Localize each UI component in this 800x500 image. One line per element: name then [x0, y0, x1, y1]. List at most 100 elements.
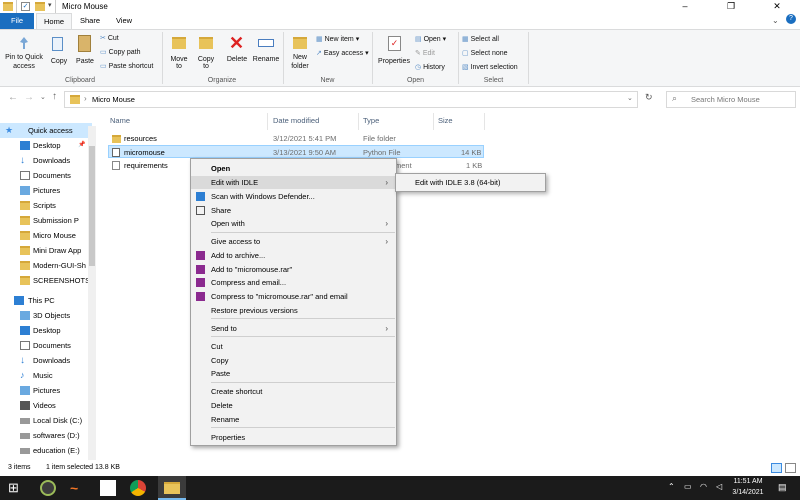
nav-item-3d-objects[interactable]: 3D Objects — [0, 308, 92, 323]
menu-item-delete[interactable]: Delete — [191, 399, 396, 412]
menu-item-share[interactable]: Share — [191, 204, 396, 217]
easy-access-button[interactable]: ↗ Easy access ▾ — [316, 49, 369, 57]
system-tray-arrow-icon[interactable]: ⌃ — [668, 482, 675, 491]
menu-item-compress-email[interactable]: Compress and email... — [191, 276, 396, 289]
nav-scrollbar[interactable] — [88, 126, 96, 460]
rename-button[interactable]: Rename — [252, 32, 280, 76]
wifi-icon[interactable]: ◠ — [700, 482, 707, 491]
submenu-item-idle-38[interactable]: Edit with IDLE 3.8 (64-bit) — [396, 174, 545, 191]
customize-quick-access-icon[interactable]: ▾ — [48, 1, 52, 9]
file-explorer-taskbar-button[interactable] — [158, 476, 186, 500]
menu-item-create-shortcut[interactable]: Create shortcut — [191, 385, 396, 398]
copy-button[interactable]: Copy — [48, 32, 70, 76]
select-all-button[interactable]: ▦ Select all — [462, 35, 499, 43]
history-button[interactable]: ◷ History — [415, 63, 445, 71]
menu-item-give-access[interactable]: Give access to › — [191, 235, 396, 248]
table-row[interactable]: resources 3/12/2021 5:41 PM File folder — [108, 132, 484, 145]
refresh-icon[interactable]: ↻ — [645, 92, 653, 103]
tab-file[interactable]: File — [0, 13, 34, 29]
new-folder-button[interactable]: New folder — [287, 32, 313, 76]
copy-path-button[interactable]: ▭ Copy path — [100, 48, 141, 56]
nav-item-pc-desktop[interactable]: Desktop — [0, 323, 92, 338]
recent-locations-chevron-icon[interactable]: ⌄ — [40, 93, 46, 101]
chevron-down-icon[interactable]: ⌄ — [772, 16, 779, 25]
help-icon[interactable]: ? — [786, 14, 796, 24]
forward-arrow-icon[interactable]: → — [24, 92, 34, 103]
address-dropdown-chevron-icon[interactable]: ⌄ — [627, 94, 633, 102]
menu-item-send-to[interactable]: Send to › — [191, 322, 396, 335]
windows-start-icon[interactable]: ⊞ — [8, 480, 24, 496]
app-icon[interactable] — [40, 480, 56, 496]
edit-button[interactable]: ✎ Edit — [415, 49, 435, 57]
volume-icon[interactable]: ◁ — [716, 482, 722, 491]
copy-to-button[interactable]: Copy to — [194, 32, 218, 76]
new-folder-quick-icon[interactable] — [35, 2, 45, 11]
nav-item-local-disk-c[interactable]: Local Disk (C:) — [0, 413, 92, 428]
nav-item-downloads[interactable]: ↓ Downloads — [0, 153, 92, 168]
address-bar[interactable]: › Micro Mouse ⌄ — [64, 91, 638, 108]
tab-view[interactable]: View — [108, 13, 140, 29]
menu-item-restore-versions[interactable]: Restore previous versions — [191, 304, 396, 317]
nav-item-scripts[interactable]: Scripts — [0, 198, 92, 213]
nav-item-pictures[interactable]: Pictures — [0, 183, 92, 198]
large-icons-view-icon[interactable] — [785, 463, 796, 473]
column-header-name[interactable]: Name — [110, 116, 130, 128]
nav-item-submission[interactable]: Submission P — [0, 213, 92, 228]
menu-item-open[interactable]: Open — [191, 162, 396, 175]
cut-button[interactable]: ✂ Cut — [100, 34, 119, 42]
nav-item-education-e[interactable]: education (E:) — [0, 443, 92, 458]
nav-item-softwares-d[interactable]: softwares (D:) — [0, 428, 92, 443]
nav-item-documents[interactable]: Documents — [0, 168, 92, 183]
tab-share[interactable]: Share — [74, 13, 106, 29]
menu-item-rename[interactable]: Rename — [191, 413, 396, 426]
network-icon[interactable]: ▭ — [684, 482, 692, 491]
properties-quick-icon[interactable]: ✓ — [21, 2, 30, 11]
select-none-button[interactable]: ▢ Select none — [462, 49, 508, 57]
nav-item-screenshots[interactable]: SCREENSHOTS — [0, 273, 92, 288]
paste-shortcut-button[interactable]: ▭ Paste shortcut — [100, 62, 153, 70]
clock-date[interactable]: 3/14/2021 — [728, 489, 768, 496]
clock-time[interactable]: 11:51 AM — [728, 478, 768, 485]
new-item-button[interactable]: ▦ New item ▾ — [316, 35, 359, 43]
nav-scrollbar-thumb[interactable] — [89, 146, 95, 266]
properties-button[interactable]: ✓ Properties — [376, 32, 412, 76]
menu-item-copy[interactable]: Copy — [191, 354, 396, 367]
back-arrow-icon[interactable]: ← — [8, 92, 18, 103]
nav-item-pc-documents[interactable]: Documents — [0, 338, 92, 353]
menu-item-open-with[interactable]: Open with › — [191, 217, 396, 230]
nav-item-modern-gui[interactable]: Modern-GUI-Sh — [0, 258, 92, 273]
nav-item-micro-mouse[interactable]: Micro Mouse — [0, 228, 92, 243]
nav-item-videos[interactable]: Videos — [0, 398, 92, 413]
breadcrumb-current[interactable]: Micro Mouse — [92, 95, 135, 104]
nav-item-this-pc[interactable]: This PC — [0, 293, 92, 308]
tab-home[interactable]: Home — [36, 13, 72, 29]
document-app-icon[interactable] — [100, 480, 116, 496]
paste-button[interactable]: Paste — [73, 32, 97, 76]
column-header-size[interactable]: Size — [438, 116, 453, 128]
chrome-icon[interactable] — [130, 480, 146, 496]
menu-item-edit-with-idle[interactable]: Edit with IDLE › — [191, 176, 396, 189]
menu-item-cut[interactable]: Cut — [191, 340, 396, 353]
notifications-icon[interactable]: ▤ — [778, 482, 787, 493]
nav-item-mini-draw-app[interactable]: Mini Draw App — [0, 243, 92, 258]
up-arrow-icon[interactable]: ↑ — [52, 91, 57, 102]
delete-button[interactable]: ✕ Delete — [224, 32, 250, 76]
close-button[interactable]: ✕ — [754, 0, 800, 13]
search-input[interactable]: ⌕ Search Micro Mouse — [666, 91, 796, 108]
column-header-type[interactable]: Type — [363, 116, 379, 128]
move-to-button[interactable]: Move to — [167, 32, 191, 76]
invert-selection-button[interactable]: ▧ Invert selection — [462, 63, 518, 71]
menu-item-properties[interactable]: Properties — [191, 431, 396, 444]
nav-item-pc-downloads[interactable]: ↓ Downloads — [0, 353, 92, 368]
nav-item-quick-access[interactable]: ★ Quick access — [0, 123, 92, 138]
menu-item-add-to-rar[interactable]: Add to "micromouse.rar" — [191, 263, 396, 276]
table-row[interactable]: micromouse 3/13/2021 9:50 AM Python File… — [108, 145, 484, 158]
maximize-button[interactable]: ❐ — [708, 0, 754, 13]
menu-item-paste[interactable]: Paste — [191, 367, 396, 380]
menu-item-compress-rar-email[interactable]: Compress to "micromouse.rar" and email — [191, 290, 396, 303]
nav-item-music[interactable]: ♪ Music — [0, 368, 92, 383]
jupyter-icon[interactable]: ~ — [70, 480, 86, 496]
minimize-button[interactable]: – — [662, 0, 708, 13]
column-header-date[interactable]: Date modified — [273, 116, 319, 128]
nav-item-desktop[interactable]: Desktop 📌 — [0, 138, 92, 153]
